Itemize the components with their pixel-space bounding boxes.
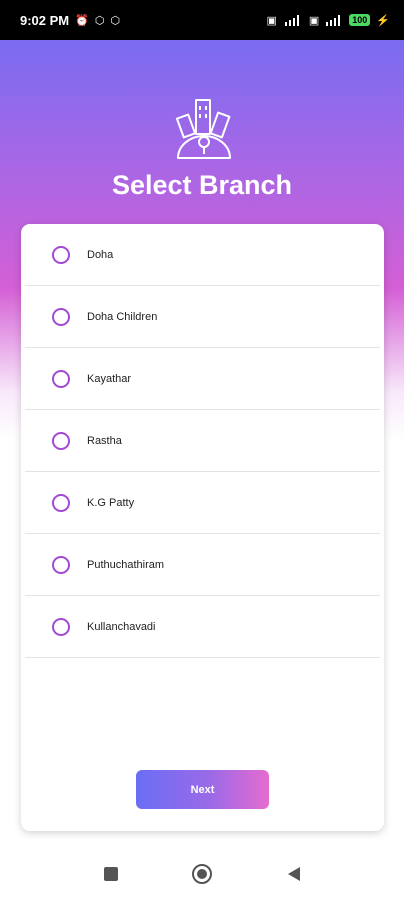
back-button[interactable] <box>280 860 308 888</box>
recent-apps-icon <box>104 867 118 881</box>
back-icon <box>288 867 300 881</box>
next-button[interactable]: Next <box>136 770 269 809</box>
branch-label: Doha Children <box>87 310 158 323</box>
radio-button[interactable] <box>52 555 70 574</box>
battery-indicator: 100 <box>349 14 371 26</box>
branch-list-card: Doha Doha Children Kayathar Rastha K.G P… <box>21 224 384 831</box>
status-left: 9:02 PM ⏰ ⬡ ⬡ <box>20 13 120 28</box>
city-globe-icon <box>175 99 231 159</box>
status-time: 9:02 PM <box>20 12 70 28</box>
status-bar: 9:02 PM ⏰ ⬡ ⬡ ▣ ▣ 100 ⚡ <box>0 0 404 40</box>
list-item[interactable]: K.G Patty <box>25 472 380 534</box>
radio-button[interactable] <box>52 307 70 326</box>
app-notification-icon: ⬡ <box>94 14 105 27</box>
app-notification-icon: ⬡ <box>110 14 121 27</box>
radio-button[interactable] <box>52 245 70 264</box>
list-item[interactable]: Rastha <box>25 410 380 472</box>
status-right: ▣ ▣ 100 ⚡ <box>266 14 390 27</box>
list-item[interactable]: Puthuchathiram <box>25 534 380 596</box>
signal-icon <box>326 15 341 26</box>
list-item[interactable]: Kullanchavadi <box>25 596 380 658</box>
home-icon <box>192 864 212 884</box>
branch-label: K.G Patty <box>87 496 135 509</box>
signal-4g-icon <box>284 15 299 26</box>
radio-button[interactable] <box>52 369 70 388</box>
page-title: Select Branch <box>111 170 293 200</box>
list-item[interactable]: Doha <box>25 224 380 286</box>
branch-list: Doha Doha Children Kayathar Rastha K.G P… <box>25 224 380 658</box>
radio-button[interactable] <box>52 617 70 636</box>
navigation-bar <box>0 848 404 900</box>
alarm-icon: ⏰ <box>75 14 89 27</box>
branch-label: Kayathar <box>87 372 132 385</box>
branch-label: Puthuchathiram <box>87 558 165 571</box>
sim-icon: ▣ <box>266 14 277 27</box>
home-button[interactable] <box>188 860 216 888</box>
branch-label: Rastha <box>87 434 122 447</box>
charging-icon: ⚡ <box>376 14 390 27</box>
branch-label: Doha <box>87 248 114 261</box>
list-item[interactable]: Kayathar <box>25 348 380 410</box>
radio-button[interactable] <box>52 431 70 450</box>
list-item[interactable]: Doha Children <box>25 286 380 348</box>
radio-button[interactable] <box>52 493 70 512</box>
branch-label: Kullanchavadi <box>87 620 156 633</box>
recent-apps-button[interactable] <box>97 860 125 888</box>
sim-icon: ▣ <box>308 14 320 27</box>
